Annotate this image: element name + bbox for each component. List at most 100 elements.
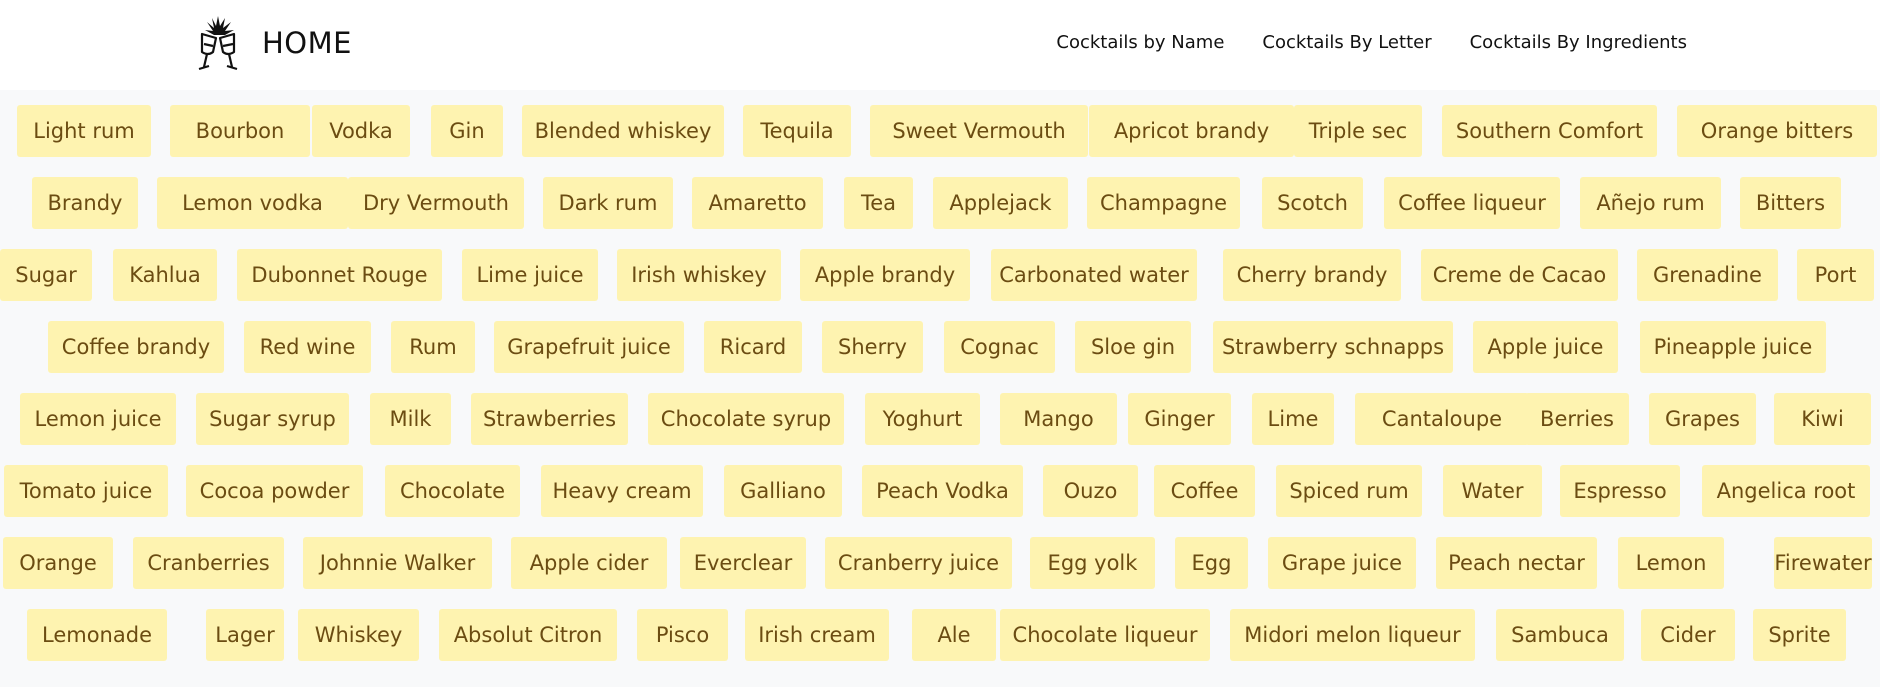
ingredient-chip[interactable]: Cranberries bbox=[133, 537, 284, 589]
ingredient-chip[interactable]: Champagne bbox=[1087, 177, 1240, 229]
ingredient-chip[interactable]: Chocolate liqueur bbox=[1000, 609, 1210, 661]
ingredient-chip[interactable]: Apple brandy bbox=[800, 249, 970, 301]
ingredient-chip[interactable]: Cantaloupe bbox=[1355, 393, 1529, 445]
ingredient-chip[interactable]: Firewater bbox=[1774, 537, 1872, 589]
ingredient-chip[interactable]: Carbonated water bbox=[991, 249, 1197, 301]
ingredient-chip[interactable]: Everclear bbox=[680, 537, 806, 589]
ingredient-chip[interactable]: Cranberry juice bbox=[825, 537, 1012, 589]
ingredient-chip[interactable]: Creme de Cacao bbox=[1421, 249, 1618, 301]
ingredient-chip[interactable]: Lager bbox=[206, 609, 284, 661]
ingredient-chip[interactable]: Dark rum bbox=[543, 177, 673, 229]
ingredient-chip[interactable]: Grape juice bbox=[1268, 537, 1416, 589]
ingredient-chip[interactable]: Lemon juice bbox=[20, 393, 176, 445]
nav-link-cocktails-by-name[interactable]: Cocktails by Name bbox=[1056, 30, 1224, 56]
ingredient-chip[interactable]: Chocolate syrup bbox=[648, 393, 844, 445]
ingredient-chip[interactable]: Añejo rum bbox=[1580, 177, 1721, 229]
ingredient-chip[interactable]: Mango bbox=[1000, 393, 1117, 445]
ingredient-chip[interactable]: Cognac bbox=[944, 321, 1055, 373]
ingredient-chip[interactable]: Lime bbox=[1252, 393, 1334, 445]
ingredient-chip[interactable]: Coffee bbox=[1154, 465, 1255, 517]
ingredient-chip[interactable]: Vodka bbox=[312, 105, 410, 157]
ingredient-chip[interactable]: Sloe gin bbox=[1075, 321, 1191, 373]
ingredient-chip[interactable]: Cocoa powder bbox=[186, 465, 363, 517]
ingredient-chip[interactable]: Peach nectar bbox=[1436, 537, 1597, 589]
ingredient-chip[interactable]: Sugar bbox=[0, 249, 92, 301]
ingredient-chip[interactable]: Rum bbox=[391, 321, 475, 373]
ingredient-chip[interactable]: Galliano bbox=[724, 465, 842, 517]
ingredient-chip[interactable]: Applejack bbox=[933, 177, 1068, 229]
ingredient-chip[interactable]: Southern Comfort bbox=[1442, 105, 1657, 157]
ingredient-chip[interactable]: Pineapple juice bbox=[1640, 321, 1826, 373]
ingredient-chip[interactable]: Grapefruit juice bbox=[494, 321, 684, 373]
ingredient-chip[interactable]: Dry Vermouth bbox=[348, 177, 524, 229]
ingredient-chip[interactable]: Orange bitters bbox=[1677, 105, 1877, 157]
ingredient-chip[interactable]: Whiskey bbox=[298, 609, 419, 661]
ingredient-chip[interactable]: Milk bbox=[370, 393, 451, 445]
ingredient-chip[interactable]: Sambuca bbox=[1496, 609, 1624, 661]
nav-link-cocktails-by-ingredients[interactable]: Cocktails By Ingredients bbox=[1470, 30, 1687, 56]
ingredient-chip[interactable]: Tea bbox=[844, 177, 913, 229]
ingredient-chip[interactable]: Irish cream bbox=[745, 609, 889, 661]
ingredient-chip[interactable]: Tomato juice bbox=[4, 465, 168, 517]
ingredient-chip[interactable]: Ginger bbox=[1128, 393, 1231, 445]
ingredient-chip[interactable]: Dubonnet Rouge bbox=[237, 249, 442, 301]
ingredient-chip[interactable]: Grapes bbox=[1649, 393, 1756, 445]
ingredient-chip[interactable]: Brandy bbox=[32, 177, 138, 229]
ingredient-chip[interactable]: Blended whiskey bbox=[522, 105, 724, 157]
ingredient-chip[interactable]: Port bbox=[1797, 249, 1874, 301]
ingredient-chip[interactable]: Sprite bbox=[1753, 609, 1846, 661]
ingredient-chip[interactable]: Orange bbox=[3, 537, 113, 589]
nav-link-cocktails-by-letter[interactable]: Cocktails By Letter bbox=[1262, 30, 1431, 56]
ingredient-chip[interactable]: Johnnie Walker bbox=[303, 537, 492, 589]
ingredient-chip[interactable]: Pisco bbox=[637, 609, 728, 661]
ingredient-chip[interactable]: Tequila bbox=[743, 105, 851, 157]
ingredient-chip[interactable]: Egg bbox=[1175, 537, 1248, 589]
ingredient-chip[interactable]: Bourbon bbox=[170, 105, 310, 157]
ingredient-chip[interactable]: Heavy cream bbox=[541, 465, 703, 517]
ingredient-chip[interactable]: Triple sec bbox=[1294, 105, 1422, 157]
ingredient-chip[interactable]: Amaretto bbox=[692, 177, 823, 229]
nav-links: Cocktails by Name Cocktails By Letter Co… bbox=[1018, 30, 1687, 56]
ingredient-chip[interactable]: Berries bbox=[1525, 393, 1629, 445]
ingredient-chip[interactable]: Light rum bbox=[17, 105, 151, 157]
ingredient-chip[interactable]: Yoghurt bbox=[865, 393, 980, 445]
ingredient-chip[interactable]: Espresso bbox=[1560, 465, 1680, 517]
home-link[interactable]: HOME bbox=[196, 14, 352, 72]
ingredient-chip[interactable]: Lime juice bbox=[462, 249, 598, 301]
ingredient-chip[interactable]: Kahlua bbox=[113, 249, 217, 301]
ingredient-chip[interactable]: Strawberries bbox=[471, 393, 628, 445]
ingredient-chip[interactable]: Coffee liqueur bbox=[1384, 177, 1560, 229]
ingredient-chip[interactable]: Lemon vodka bbox=[157, 177, 348, 229]
ingredient-chip[interactable]: Peach Vodka bbox=[862, 465, 1023, 517]
ingredient-chip[interactable]: Sweet Vermouth bbox=[870, 105, 1088, 157]
ingredient-chip[interactable]: Irish whiskey bbox=[617, 249, 781, 301]
ingredient-chip[interactable]: Coffee brandy bbox=[48, 321, 224, 373]
ingredient-chip[interactable]: Sugar syrup bbox=[196, 393, 349, 445]
ingredient-chip[interactable]: Midori melon liqueur bbox=[1230, 609, 1475, 661]
ingredient-chip[interactable]: Scotch bbox=[1262, 177, 1363, 229]
ingredient-chip[interactable]: Kiwi bbox=[1774, 393, 1871, 445]
ingredient-chip[interactable]: Egg yolk bbox=[1030, 537, 1155, 589]
ingredient-chip[interactable]: Apricot brandy bbox=[1089, 105, 1294, 157]
ingredient-chip[interactable]: Sherry bbox=[822, 321, 923, 373]
ingredient-chip[interactable]: Water bbox=[1443, 465, 1542, 517]
ingredient-chip[interactable]: Gin bbox=[431, 105, 503, 157]
ingredient-chip[interactable]: Grenadine bbox=[1637, 249, 1778, 301]
ingredient-chip[interactable]: Red wine bbox=[244, 321, 371, 373]
ingredient-chip[interactable]: Strawberry schnapps bbox=[1213, 321, 1453, 373]
ingredient-chip[interactable]: Lemonade bbox=[27, 609, 167, 661]
ingredient-chip[interactable]: Cherry brandy bbox=[1223, 249, 1401, 301]
ingredient-chip[interactable]: Ouzo bbox=[1043, 465, 1138, 517]
ingredient-chip[interactable]: Ricard bbox=[704, 321, 802, 373]
ingredient-chip[interactable]: Absolut Citron bbox=[439, 609, 617, 661]
navbar: HOME Cocktails by Name Cocktails By Lett… bbox=[0, 0, 1880, 90]
ingredient-chip[interactable]: Angelica root bbox=[1702, 465, 1870, 517]
ingredient-chip[interactable]: Chocolate bbox=[385, 465, 520, 517]
ingredient-chip[interactable]: Apple cider bbox=[511, 537, 667, 589]
ingredient-chip[interactable]: Ale bbox=[912, 609, 996, 661]
ingredient-chip[interactable]: Bitters bbox=[1740, 177, 1841, 229]
ingredient-chip[interactable]: Spiced rum bbox=[1276, 465, 1422, 517]
ingredient-chip[interactable]: Apple juice bbox=[1473, 321, 1618, 373]
ingredient-chip[interactable]: Lemon bbox=[1618, 537, 1724, 589]
ingredient-chip[interactable]: Cider bbox=[1641, 609, 1735, 661]
